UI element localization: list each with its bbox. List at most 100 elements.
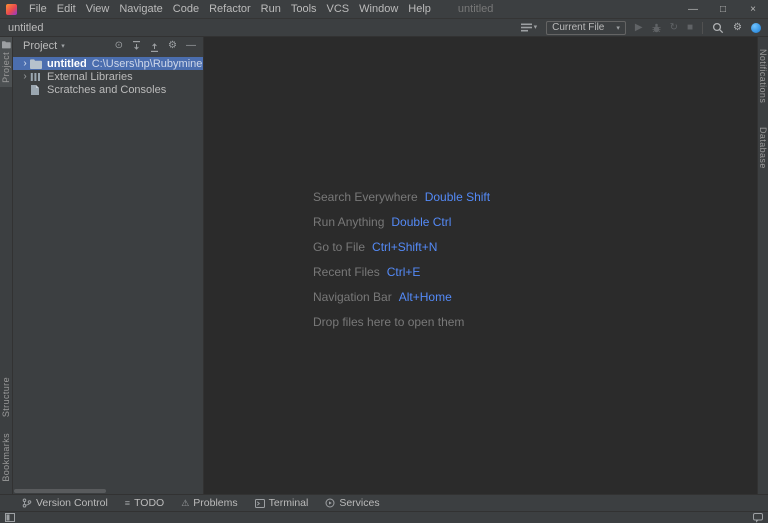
chevron-right-icon[interactable]: › [20,58,30,69]
hint-label: Drop files here to open them [313,314,465,329]
toolwindow-tab-services[interactable]: Services [325,497,380,509]
minimize-button[interactable]: — [678,0,708,18]
toolwindow-tab-problems[interactable]: ⚠ Problems [181,497,237,509]
rubymine-logo-icon [6,3,17,15]
scratches-icon [30,84,43,95]
menu-file[interactable]: File [24,1,52,17]
search-everywhere-icon[interactable] [712,22,724,34]
close-button[interactable]: × [738,0,768,18]
collapse-all-icon[interactable] [150,41,159,52]
tree-item-external-libraries[interactable]: › External Libraries [13,70,203,83]
run-with-coverage-button[interactable]: ↻ [670,22,678,33]
tree-item-label: untitled [47,57,87,70]
toolwindow-tab-bookmarks[interactable]: Bookmarks [0,429,12,486]
menu-refactor[interactable]: Refactor [204,1,256,17]
project-view-dropdown[interactable]: Project ▾ [23,40,65,52]
statusbar [0,511,768,523]
toolwindow-toggle-icon[interactable] [5,513,15,522]
menu-navigate[interactable]: Navigate [114,1,167,17]
left-toolwindow-stripe: Project Structure Bookmarks [0,37,13,494]
toolwindow-tab-todo[interactable]: ≡ TODO [125,497,164,509]
menu-tools[interactable]: Tools [286,1,322,17]
project-panel-header: Project ▾ ⊙ ⚙ — [13,37,203,55]
menu-code[interactable]: Code [168,1,204,17]
toolwindow-tab-notifications[interactable]: Notifications [758,45,768,107]
toolwindow-tab-label: Database [758,127,768,169]
run-button[interactable]: ▶ [635,22,643,33]
hint-shortcut: Ctrl+Shift+N [372,239,438,254]
chevron-right-icon[interactable]: › [20,71,30,82]
toolwindow-tab-database[interactable]: Database [758,123,768,173]
hint-shortcut: Double Shift [424,189,491,204]
tree-item-scratches[interactable]: Scratches and Consoles [13,83,203,96]
expand-all-icon[interactable] [132,40,141,52]
toolwindow-tab-version-control[interactable]: Version Control [22,497,108,509]
panel-title: Project [23,40,58,52]
window-controls: — □ × [678,0,768,18]
toolwindow-tab-project[interactable]: Project [0,37,12,87]
menu-view[interactable]: View [81,1,115,17]
hint-recent-files: Recent Files Ctrl+E [313,259,490,284]
version-control-icon [22,498,32,508]
hint-label: Go to File [313,239,366,254]
menu-edit[interactable]: Edit [52,1,81,17]
hide-panel-icon[interactable]: — [186,41,196,51]
tree-item-project-root[interactable]: › untitled C:\Users\hp\RubymineProjects\… [13,57,203,70]
toolwindow-tab-label: TODO [134,497,165,509]
project-tree: › untitled C:\Users\hp\RubymineProjects\… [13,55,203,96]
panel-header-icons: ⊙ ⚙ — [115,40,196,52]
run-configurations-icon[interactable]: ▾ [520,23,538,32]
tree-item-label: External Libraries [47,70,133,83]
tree-item-path: C:\Users\hp\RubymineProjects\untitled [91,57,203,70]
hint-shortcut: Alt+Home [398,289,452,304]
titlebar: File Edit View Navigate Code Refactor Ru… [0,0,768,19]
left-stripe-bottom: Structure Bookmarks [0,373,12,494]
maximize-button[interactable]: □ [708,0,738,18]
chevron-down-icon: ▾ [616,24,620,32]
toolwindow-tab-terminal[interactable]: Terminal [254,497,309,509]
hint-run-anything: Run Anything Double Ctrl [313,209,490,234]
toolwindow-tab-label: Services [339,497,380,509]
breadcrumb-project[interactable]: untitled [8,22,43,34]
toolwindow-tab-label: Project [1,52,11,83]
main-toolbar: untitled ▾ Current File ▾ ▶ ↻ ■ ⚙ [0,19,768,37]
services-icon [325,498,335,508]
ide-updates-icon[interactable] [751,22,761,33]
menu-vcs[interactable]: VCS [322,1,355,17]
toolwindow-tab-label: Terminal [268,497,309,509]
toolwindow-tab-label: Bookmarks [1,433,11,482]
rubymine-window: File Edit View Navigate Code Refactor Ru… [0,0,768,523]
toolwindow-tab-label: Structure [1,377,11,418]
menubar: File Edit View Navigate Code Refactor Ru… [24,1,436,17]
terminal-icon [254,498,265,508]
toolwindow-tab-structure[interactable]: Structure [0,373,12,421]
stop-button[interactable]: ■ [687,22,693,33]
toolwindow-tab-label: Problems [193,497,238,509]
shortcut-hints: Search Everywhere Double Shift Run Anyth… [313,184,490,334]
panel-settings-icon[interactable]: ⚙ [168,41,177,51]
settings-gear-icon[interactable]: ⚙ [733,22,742,33]
debug-button[interactable] [652,23,661,33]
editor-area[interactable]: Search Everywhere Double Shift Run Anyth… [204,37,757,494]
project-horizontal-scrollbar[interactable] [14,489,202,493]
problems-icon: ⚠ [181,497,190,508]
window-title: untitled [457,3,494,15]
event-log-icon[interactable] [753,512,763,523]
library-icon [30,71,43,82]
toolwindow-tab-label: Notifications [758,49,768,104]
toolbar-separator [702,21,704,34]
menu-run[interactable]: Run [256,1,286,17]
hint-shortcut: Ctrl+E [386,264,421,279]
run-config-select[interactable]: Current File ▾ [546,20,626,35]
menu-window[interactable]: Window [354,1,403,17]
scrollbar-thumb[interactable] [14,489,106,493]
chevron-down-icon: ▾ [533,24,538,31]
menu-help[interactable]: Help [403,1,436,17]
hint-label: Recent Files [313,264,380,279]
folder-icon [30,58,43,69]
hint-label: Search Everywhere [313,189,418,204]
locate-icon[interactable]: ⊙ [115,41,123,51]
hint-go-to-file: Go to File Ctrl+Shift+N [313,234,490,259]
hint-label: Navigation Bar [313,289,392,304]
project-toolwindow: Project ▾ ⊙ ⚙ — › untitled C:\Users\hp\R… [13,37,204,494]
